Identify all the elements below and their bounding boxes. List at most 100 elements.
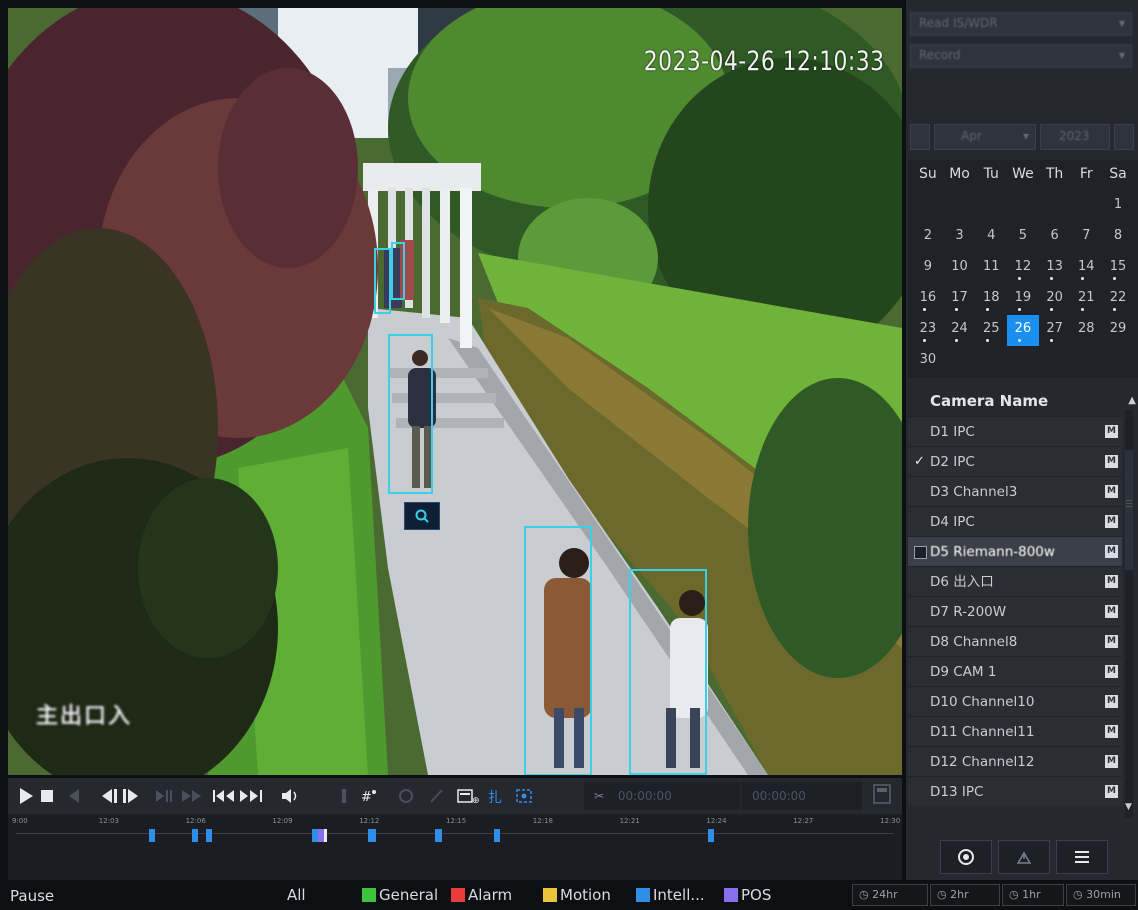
checkbox[interactable]	[914, 786, 925, 797]
main-stream-badge[interactable]: M	[1105, 635, 1118, 648]
calendar-day[interactable]: 7	[1070, 222, 1102, 253]
calendar-day[interactable]: 15	[1102, 253, 1134, 284]
camera-row[interactable]: D7 R-200W M	[908, 596, 1122, 626]
next-record-icon[interactable]	[238, 786, 264, 806]
checkbox[interactable]	[914, 576, 925, 587]
checkbox[interactable]	[724, 888, 738, 902]
record-type-dropdown[interactable]: Record ▾	[910, 44, 1132, 68]
legend-intelligent[interactable]: Intell...	[636, 886, 705, 904]
camera-row[interactable]: D12 Channel12 M	[908, 746, 1122, 776]
calendar-day[interactable]: 26	[1007, 315, 1039, 346]
legend-alarm[interactable]: Alarm	[451, 886, 512, 904]
calendar-day[interactable]: 20	[1039, 284, 1071, 315]
camera-row[interactable]: D6 出入口 M	[908, 566, 1122, 596]
main-stream-badge[interactable]: M	[1105, 425, 1118, 438]
calendar-day[interactable]: 21	[1070, 284, 1102, 315]
calendar-day[interactable]: 27	[1039, 315, 1071, 346]
record-segment[interactable]	[708, 829, 714, 842]
legend-all[interactable]: All	[270, 886, 306, 904]
camera-list-header[interactable]: Camera Name ▲	[908, 386, 1136, 416]
timeline[interactable]: 9:00 12:03 12:06 12:09 12:12 12:15 12:18 12:21 1…	[8, 814, 902, 880]
record-segment[interactable]	[206, 829, 212, 842]
camera-row[interactable]: ✓ D2 IPC M	[908, 446, 1122, 476]
legend-general[interactable]: General	[362, 886, 438, 904]
calendar-day[interactable]: 6	[1039, 222, 1071, 253]
record-segment[interactable]	[324, 829, 327, 842]
checkbox[interactable]	[914, 516, 925, 527]
calendar-day[interactable]: 30	[912, 346, 944, 377]
play-backward-icon[interactable]	[68, 786, 80, 806]
list-view-button[interactable]	[1056, 840, 1108, 874]
camera-row[interactable]: D10 Channel10 M	[908, 686, 1122, 716]
checkbox[interactable]	[451, 888, 465, 902]
main-stream-badge[interactable]: M	[1105, 785, 1118, 798]
calendar-day[interactable]: 13	[1039, 253, 1071, 284]
slow-play-icon[interactable]	[154, 786, 176, 806]
camera-row[interactable]: D3 Channel3 M	[908, 476, 1122, 506]
fisheye-icon[interactable]: #	[360, 786, 378, 806]
checkbox[interactable]	[914, 666, 925, 677]
edit-icon[interactable]	[428, 786, 444, 806]
checkbox[interactable]	[636, 888, 650, 902]
zoom-2hr-button[interactable]: ◷ 2hr	[930, 884, 1000, 906]
camera-row[interactable]: D13 IPC M	[908, 776, 1122, 806]
clip-icon[interactable]	[396, 786, 416, 806]
main-stream-badge[interactable]: M	[1105, 755, 1118, 768]
main-stream-badge[interactable]: M	[1105, 545, 1118, 558]
camera-row[interactable]: D9 CAM 1 M	[908, 656, 1122, 686]
calendar-day[interactable]: 29	[1102, 315, 1134, 346]
checkbox[interactable]	[543, 888, 557, 902]
checkbox[interactable]	[914, 756, 925, 767]
step-backward-icon[interactable]	[96, 786, 118, 806]
camera-row[interactable]: D11 Channel11 M	[908, 716, 1122, 746]
record-segment[interactable]	[368, 829, 376, 842]
volume-icon[interactable]	[280, 786, 300, 806]
prev-month-button[interactable]	[910, 124, 930, 150]
zoom-24hr-button[interactable]: ◷ 24hr	[852, 884, 928, 906]
calendar-day[interactable]: 9	[912, 253, 944, 284]
snapshot-icon[interactable]	[338, 786, 350, 806]
calendar-day[interactable]: 4	[975, 222, 1007, 253]
checkbox[interactable]	[914, 696, 925, 707]
record-segment[interactable]	[435, 829, 442, 842]
main-stream-badge[interactable]: M	[1105, 695, 1118, 708]
intelligent-icon[interactable]: 扎	[488, 786, 512, 806]
main-stream-badge[interactable]: M	[1105, 665, 1118, 678]
legend-motion[interactable]: Motion	[543, 886, 611, 904]
clip-start-time[interactable]: ✂ 00:00:00	[584, 782, 740, 810]
playback-video[interactable]: 2023-04-26 12:10:33 主出口入	[8, 8, 902, 775]
main-stream-badge[interactable]: M	[1105, 605, 1118, 618]
legend-pos[interactable]: POS	[724, 886, 771, 904]
main-stream-badge[interactable]: M	[1105, 725, 1118, 738]
calendar-day[interactable]: 28	[1070, 315, 1102, 346]
camera-row[interactable]: D5 Riemann-800w M	[908, 536, 1122, 566]
calendar-day[interactable]: 14	[1070, 253, 1102, 284]
next-month-button[interactable]	[1114, 124, 1134, 150]
calendar-day[interactable]: 16	[912, 284, 944, 315]
calendar-day[interactable]: 18	[975, 284, 1007, 315]
year-select[interactable]: 2023	[1040, 124, 1110, 150]
camera-row[interactable]: D8 Channel8 M	[908, 626, 1122, 656]
calendar-day[interactable]: 8	[1102, 222, 1134, 253]
calendar-day[interactable]: 23	[912, 315, 944, 346]
tag-button[interactable]	[998, 840, 1050, 874]
calendar-day[interactable]: 5	[1007, 222, 1039, 253]
calendar-day[interactable]: 22	[1102, 284, 1134, 315]
camera-row[interactable]: D1 IPC M	[908, 416, 1122, 446]
record-segment[interactable]	[494, 829, 500, 842]
record-segment[interactable]	[192, 829, 198, 842]
backup-icon[interactable]	[872, 784, 892, 804]
calendar-day[interactable]: 1	[1102, 191, 1134, 222]
main-stream-badge[interactable]: M	[1105, 515, 1118, 528]
calendar-day[interactable]: 25	[975, 315, 1007, 346]
checkbox[interactable]	[914, 486, 925, 497]
checkbox[interactable]	[270, 888, 284, 902]
calendar-day[interactable]: 24	[944, 315, 976, 346]
search-icon[interactable]	[404, 502, 440, 530]
checkbox[interactable]	[362, 888, 376, 902]
camera-list-scrollbar[interactable]	[1125, 410, 1133, 818]
checkbox[interactable]	[914, 426, 925, 437]
fast-forward-icon[interactable]	[180, 786, 206, 806]
calendar-day[interactable]: 2	[912, 222, 944, 253]
play-icon[interactable]	[18, 786, 34, 806]
